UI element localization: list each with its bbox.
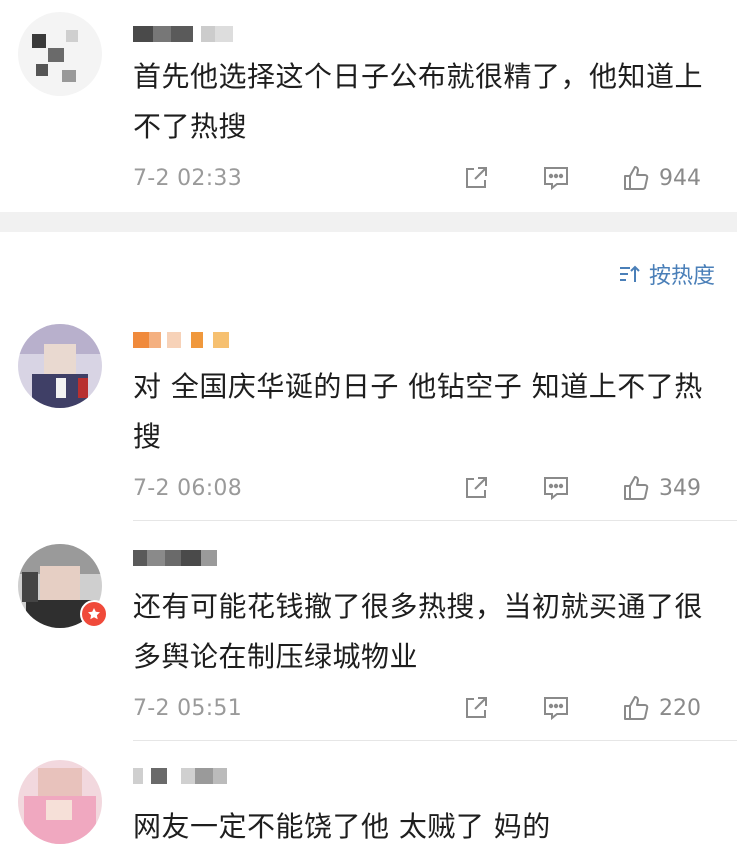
share-icon[interactable] <box>459 471 493 505</box>
comment-icon[interactable] <box>539 691 573 725</box>
sort-label: 按热度 <box>648 264 715 289</box>
comment-text: 对 全国庆华诞的日子 他钻空子 知道上不了热搜 <box>133 370 703 453</box>
comment-divider <box>133 520 737 521</box>
username-redacted[interactable] <box>133 326 229 354</box>
sort-icon <box>619 264 641 284</box>
comment-timestamp: 7-2 06:08 <box>133 475 243 501</box>
username-redacted[interactable] <box>133 20 233 48</box>
share-icon[interactable] <box>459 691 493 725</box>
sort-by-hot-button[interactable]: 按热度 <box>619 258 715 290</box>
vip-badge-icon <box>80 600 108 628</box>
section-divider <box>0 212 737 232</box>
comment-icon[interactable] <box>539 161 573 195</box>
comment-text: 首先他选择这个日子公布就很精了，他知道上不了热搜 <box>133 60 704 143</box>
like-count: 220 <box>659 695 701 721</box>
username-redacted[interactable] <box>133 762 227 790</box>
comment-timestamp: 7-2 05:51 <box>133 695 243 721</box>
comment-item: 对 全国庆华诞的日子 他钻空子 知道上不了热搜 7-2 06:08 349 <box>0 310 737 521</box>
comment-meta: 7-2 02:33 944 <box>133 158 715 198</box>
comment-actions: 220 <box>459 688 715 728</box>
comment-icon[interactable] <box>539 471 573 505</box>
comment-meta: 7-2 06:08 349 <box>133 468 715 508</box>
avatar[interactable] <box>18 760 102 844</box>
share-icon[interactable] <box>459 161 493 195</box>
thumbs-up-icon[interactable] <box>619 161 653 195</box>
avatar[interactable] <box>18 12 102 96</box>
username-redacted[interactable] <box>133 544 217 572</box>
comment-divider <box>133 740 737 741</box>
thumbs-up-icon[interactable] <box>619 471 653 505</box>
like-count: 944 <box>659 165 701 191</box>
comment-text: 网友一定不能饶了他 太贼了 妈的 <box>133 810 551 843</box>
comment-actions: 944 <box>459 158 715 198</box>
comment-actions: 349 <box>459 468 715 508</box>
like-count: 349 <box>659 475 701 501</box>
thumbs-up-icon[interactable] <box>619 691 653 725</box>
comment-meta: 7-2 05:51 220 <box>133 688 715 728</box>
comment-item: 网友一定不能饶了他 太贼了 妈的 <box>0 750 737 858</box>
comment-timestamp: 7-2 02:33 <box>133 165 243 191</box>
avatar[interactable] <box>18 324 102 408</box>
comment-text: 还有可能花钱撤了很多热搜，当初就买通了很多舆论在制压绿城物业 <box>133 590 704 673</box>
comment-item: ✦ 还有可能花钱撤了很多热搜，当初就买通了很多舆论在制压绿城物业 7-2 05:… <box>0 530 737 741</box>
comment-item: 首先他选择这个日子公布就很精了，他知道上不了热搜 7-2 02:33 944 <box>0 0 737 212</box>
